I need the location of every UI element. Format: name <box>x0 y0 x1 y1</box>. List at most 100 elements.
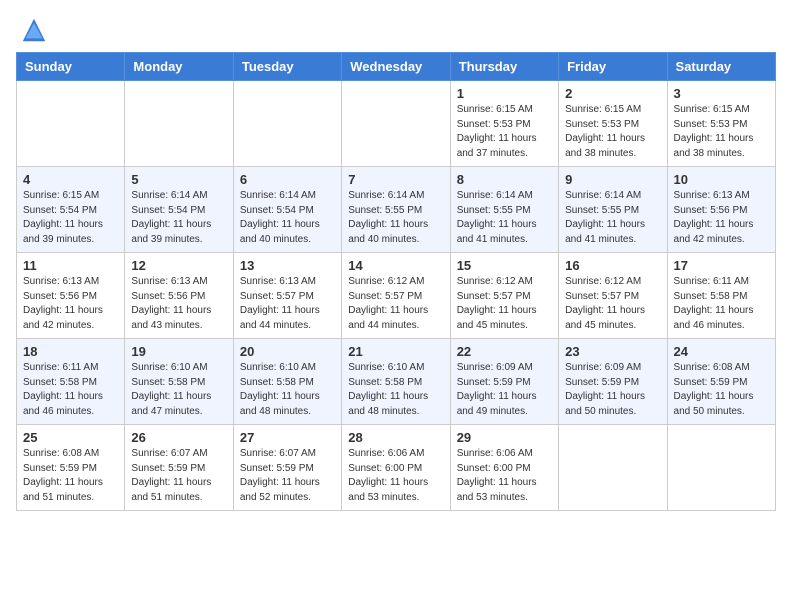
day-number: 21 <box>348 344 443 359</box>
calendar-cell: 26 Sunrise: 6:07 AM Sunset: 5:59 PM Dayli… <box>125 425 233 511</box>
calendar-cell: 10Sunrise: 6:13 AM Sunset: 5:56 PM Dayli… <box>667 167 775 253</box>
day-info: Sunrise: 6:10 AM Sunset: 5:58 PM Dayligh… <box>131 361 226 419</box>
week-row-3: 18 Sunrise: 6:11 AM Sunset: 5:58 PM Dayli… <box>17 339 776 425</box>
calendar-cell: 15 Sunrise: 6:12 AM Sunset: 5:57 PM Dayli… <box>450 253 558 339</box>
day-number: 26 <box>131 430 226 445</box>
day-info: Sunrise: 6:11 AM Sunset: 5:58 PM Dayligh… <box>23 361 118 419</box>
day-number: 17 <box>674 258 769 273</box>
day-number: 15 <box>457 258 552 273</box>
day-number: 2 <box>565 86 660 101</box>
day-number: 28 <box>348 430 443 445</box>
day-number: 29 <box>457 430 552 445</box>
day-number: 12 <box>131 258 226 273</box>
calendar-cell: 7 Sunrise: 6:14 AM Sunset: 5:55 PM Daylig… <box>342 167 450 253</box>
day-info: Sunrise: 6:15 AM Sunset: 5:53 PM Dayligh… <box>674 103 769 161</box>
calendar-cell: 12 Sunrise: 6:13 AM Sunset: 5:56 PM Dayli… <box>125 253 233 339</box>
day-number: 6 <box>240 172 335 187</box>
day-number: 3 <box>674 86 769 101</box>
week-row-4: 25 Sunrise: 6:08 AM Sunset: 5:59 PM Dayli… <box>17 425 776 511</box>
calendar-cell: 11 Sunrise: 6:13 AM Sunset: 5:56 PM Dayli… <box>17 253 125 339</box>
calendar-cell: 9 Sunrise: 6:14 AM Sunset: 5:55 PM Daylig… <box>559 167 667 253</box>
day-info: Sunrise: 6:06 AM Sunset: 6:00 PM Dayligh… <box>348 447 443 505</box>
day-info: Sunrise: 6:15 AM Sunset: 5:53 PM Dayligh… <box>457 103 552 161</box>
calendar-cell: 2 Sunrise: 6:15 AM Sunset: 5:53 PM Daylig… <box>559 81 667 167</box>
day-info: Sunrise: 6:12 AM Sunset: 5:57 PM Dayligh… <box>457 275 552 333</box>
calendar-cell <box>667 425 775 511</box>
header-row: SundayMondayTuesdayWednesdayThursdayFrid… <box>17 53 776 81</box>
calendar-cell: 1 Sunrise: 6:15 AM Sunset: 5:53 PM Daylig… <box>450 81 558 167</box>
calendar-cell: 23Sunrise: 6:09 AM Sunset: 5:59 PM Dayli… <box>559 339 667 425</box>
calendar-cell: 5 Sunrise: 6:14 AM Sunset: 5:54 PM Daylig… <box>125 167 233 253</box>
calendar-cell: 6 Sunrise: 6:14 AM Sunset: 5:54 PM Daylig… <box>233 167 341 253</box>
calendar-cell <box>233 81 341 167</box>
day-info: Sunrise: 6:14 AM Sunset: 5:55 PM Dayligh… <box>457 189 552 247</box>
day-info: Sunrise: 6:15 AM Sunset: 5:54 PM Dayligh… <box>23 189 118 247</box>
day-number: 9 <box>565 172 660 187</box>
calendar-cell: 18 Sunrise: 6:11 AM Sunset: 5:58 PM Dayli… <box>17 339 125 425</box>
day-info: Sunrise: 6:13 AM Sunset: 5:56 PM Dayligh… <box>23 275 118 333</box>
calendar-cell: 25 Sunrise: 6:08 AM Sunset: 5:59 PM Dayli… <box>17 425 125 511</box>
calendar-cell <box>559 425 667 511</box>
calendar-table: SundayMondayTuesdayWednesdayThursdayFrid… <box>16 52 776 511</box>
header-day-sunday: Sunday <box>17 53 125 81</box>
header-day-wednesday: Wednesday <box>342 53 450 81</box>
day-number: 19 <box>131 344 226 359</box>
day-number: 27 <box>240 430 335 445</box>
logo-icon <box>20 16 48 44</box>
calendar-cell: 22 Sunrise: 6:09 AM Sunset: 5:59 PM Dayli… <box>450 339 558 425</box>
day-number: 24 <box>674 344 769 359</box>
day-number: 20 <box>240 344 335 359</box>
day-info: Sunrise: 6:14 AM Sunset: 5:55 PM Dayligh… <box>565 189 660 247</box>
day-info: Sunrise: 6:09 AM Sunset: 5:59 PM Dayligh… <box>457 361 552 419</box>
day-number: 14 <box>348 258 443 273</box>
day-number: 16 <box>565 258 660 273</box>
day-number: 1 <box>457 86 552 101</box>
day-info: Sunrise: 6:14 AM Sunset: 5:55 PM Dayligh… <box>348 189 443 247</box>
calendar-cell: 21 Sunrise: 6:10 AM Sunset: 5:58 PM Dayli… <box>342 339 450 425</box>
day-info: Sunrise: 6:08 AM Sunset: 5:59 PM Dayligh… <box>674 361 769 419</box>
calendar-cell: 24 Sunrise: 6:08 AM Sunset: 5:59 PM Dayli… <box>667 339 775 425</box>
day-number: 11 <box>23 258 118 273</box>
day-info: Sunrise: 6:07 AM Sunset: 5:59 PM Dayligh… <box>131 447 226 505</box>
day-number: 22 <box>457 344 552 359</box>
week-row-0: 1 Sunrise: 6:15 AM Sunset: 5:53 PM Daylig… <box>17 81 776 167</box>
calendar-cell <box>17 81 125 167</box>
header <box>16 16 776 44</box>
day-number: 4 <box>23 172 118 187</box>
calendar-cell: 8 Sunrise: 6:14 AM Sunset: 5:55 PM Daylig… <box>450 167 558 253</box>
calendar-cell: 13 Sunrise: 6:13 AM Sunset: 5:57 PM Dayli… <box>233 253 341 339</box>
day-info: Sunrise: 6:08 AM Sunset: 5:59 PM Dayligh… <box>23 447 118 505</box>
day-info: Sunrise: 6:14 AM Sunset: 5:54 PM Dayligh… <box>240 189 335 247</box>
day-number: 7 <box>348 172 443 187</box>
calendar-cell: 27 Sunrise: 6:07 AM Sunset: 5:59 PM Dayli… <box>233 425 341 511</box>
header-day-tuesday: Tuesday <box>233 53 341 81</box>
day-info: Sunrise: 6:10 AM Sunset: 5:58 PM Dayligh… <box>348 361 443 419</box>
day-info: Sunrise: 6:13 AM Sunset: 5:56 PM Dayligh… <box>131 275 226 333</box>
calendar-cell: 19 Sunrise: 6:10 AM Sunset: 5:58 PM Dayli… <box>125 339 233 425</box>
header-day-thursday: Thursday <box>450 53 558 81</box>
day-number: 8 <box>457 172 552 187</box>
day-info: Sunrise: 6:13 AM Sunset: 5:57 PM Dayligh… <box>240 275 335 333</box>
day-info: Sunrise: 6:15 AM Sunset: 5:53 PM Dayligh… <box>565 103 660 161</box>
calendar-cell: 4 Sunrise: 6:15 AM Sunset: 5:54 PM Daylig… <box>17 167 125 253</box>
calendar-cell <box>125 81 233 167</box>
calendar-cell: 14 Sunrise: 6:12 AM Sunset: 5:57 PM Dayli… <box>342 253 450 339</box>
day-info: Sunrise: 6:07 AM Sunset: 5:59 PM Dayligh… <box>240 447 335 505</box>
day-number: 10 <box>674 172 769 187</box>
day-info: Sunrise: 6:11 AM Sunset: 5:58 PM Dayligh… <box>674 275 769 333</box>
header-day-saturday: Saturday <box>667 53 775 81</box>
day-number: 5 <box>131 172 226 187</box>
day-number: 13 <box>240 258 335 273</box>
day-info: Sunrise: 6:09 AM Sunset: 5:59 PM Dayligh… <box>565 361 660 419</box>
day-info: Sunrise: 6:14 AM Sunset: 5:54 PM Dayligh… <box>131 189 226 247</box>
day-number: 25 <box>23 430 118 445</box>
header-day-monday: Monday <box>125 53 233 81</box>
day-info: Sunrise: 6:12 AM Sunset: 5:57 PM Dayligh… <box>565 275 660 333</box>
calendar-cell: 28 Sunrise: 6:06 AM Sunset: 6:00 PM Dayli… <box>342 425 450 511</box>
day-info: Sunrise: 6:12 AM Sunset: 5:57 PM Dayligh… <box>348 275 443 333</box>
day-number: 18 <box>23 344 118 359</box>
day-info: Sunrise: 6:10 AM Sunset: 5:58 PM Dayligh… <box>240 361 335 419</box>
header-day-friday: Friday <box>559 53 667 81</box>
calendar-cell <box>342 81 450 167</box>
calendar-cell: 17 Sunrise: 6:11 AM Sunset: 5:58 PM Dayli… <box>667 253 775 339</box>
